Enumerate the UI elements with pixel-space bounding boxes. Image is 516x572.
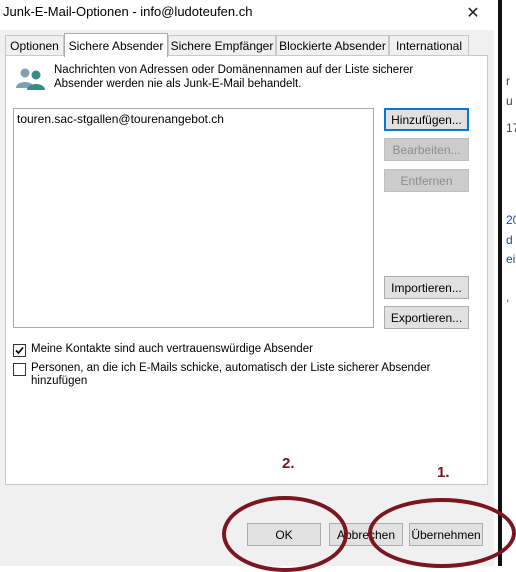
auto-add-recipients-option[interactable]: Personen, an die ich E-Mails schicke, au… bbox=[13, 362, 433, 388]
trust-contacts-checkbox[interactable] bbox=[13, 344, 26, 357]
tab-international[interactable]: International bbox=[389, 35, 469, 55]
auto-add-recipients-label: Personen, an die ich E-Mails schicke, au… bbox=[31, 362, 431, 387]
trust-contacts-label: Meine Kontakte sind auch vertrauenswürdi… bbox=[31, 343, 313, 355]
background-text: r bbox=[506, 74, 510, 88]
tab-label: Sichere Absender bbox=[68, 38, 164, 53]
import-button[interactable]: Importieren... bbox=[384, 276, 469, 299]
annotation-circle-ok bbox=[222, 496, 348, 572]
tab-label: International bbox=[395, 38, 463, 53]
background-text: , bbox=[506, 290, 510, 304]
background-text: 17 bbox=[506, 121, 516, 135]
auto-add-recipients-checkbox[interactable] bbox=[13, 363, 26, 376]
tab-label: Blockierte Absender bbox=[279, 38, 386, 53]
edit-button[interactable]: Bearbeiten... bbox=[384, 138, 469, 161]
remove-button[interactable]: Entfernen bbox=[384, 169, 469, 192]
tab-blockierte-absender[interactable]: Blockierte Absender bbox=[276, 35, 389, 55]
tab-label: Sichere Empfänger bbox=[170, 38, 274, 53]
tab-sichere-empfaenger[interactable]: Sichere Empfänger bbox=[168, 35, 276, 55]
contacts-icon bbox=[16, 68, 45, 90]
background-text: u bbox=[506, 94, 513, 108]
close-button[interactable]: ✕ bbox=[452, 0, 494, 26]
list-item[interactable]: touren.sac-stgallen@tourenangebot.ch bbox=[17, 112, 224, 126]
add-button[interactable]: Hinzufügen... bbox=[384, 108, 469, 131]
window-border bbox=[498, 0, 502, 566]
trust-contacts-option[interactable]: Meine Kontakte sind auch vertrauenswürdi… bbox=[13, 343, 313, 357]
background-window-edge: r u 17 20 d ei , bbox=[494, 0, 516, 566]
background-text: d bbox=[506, 233, 513, 247]
annotation-step-1: 1. bbox=[437, 464, 450, 481]
tab-label: Optionen bbox=[10, 38, 59, 53]
title-bar: Junk-E-Mail-Optionen - info@ludoteufen.c… bbox=[0, 0, 494, 30]
window-title: Junk-E-Mail-Optionen - info@ludoteufen.c… bbox=[3, 4, 253, 19]
close-icon: ✕ bbox=[466, 5, 480, 22]
tab-sichere-absender[interactable]: Sichere Absender bbox=[64, 33, 168, 57]
background-text: 20 bbox=[506, 213, 516, 227]
junk-email-options-dialog: Junk-E-Mail-Optionen - info@ludoteufen.c… bbox=[0, 0, 494, 566]
annotation-step-2: 2. bbox=[282, 455, 295, 472]
checkmark-icon bbox=[15, 346, 24, 355]
annotation-circle-apply bbox=[368, 498, 516, 568]
info-text: Nachrichten von Adressen oder Domänennam… bbox=[54, 64, 414, 90]
safe-senders-list[interactable]: touren.sac-stgallen@tourenangebot.ch bbox=[13, 108, 374, 328]
safe-senders-panel: Nachrichten von Adressen oder Domänennam… bbox=[5, 55, 488, 485]
tab-optionen[interactable]: Optionen bbox=[5, 35, 64, 55]
background-text: ei bbox=[506, 252, 516, 266]
export-button[interactable]: Exportieren... bbox=[384, 306, 469, 329]
